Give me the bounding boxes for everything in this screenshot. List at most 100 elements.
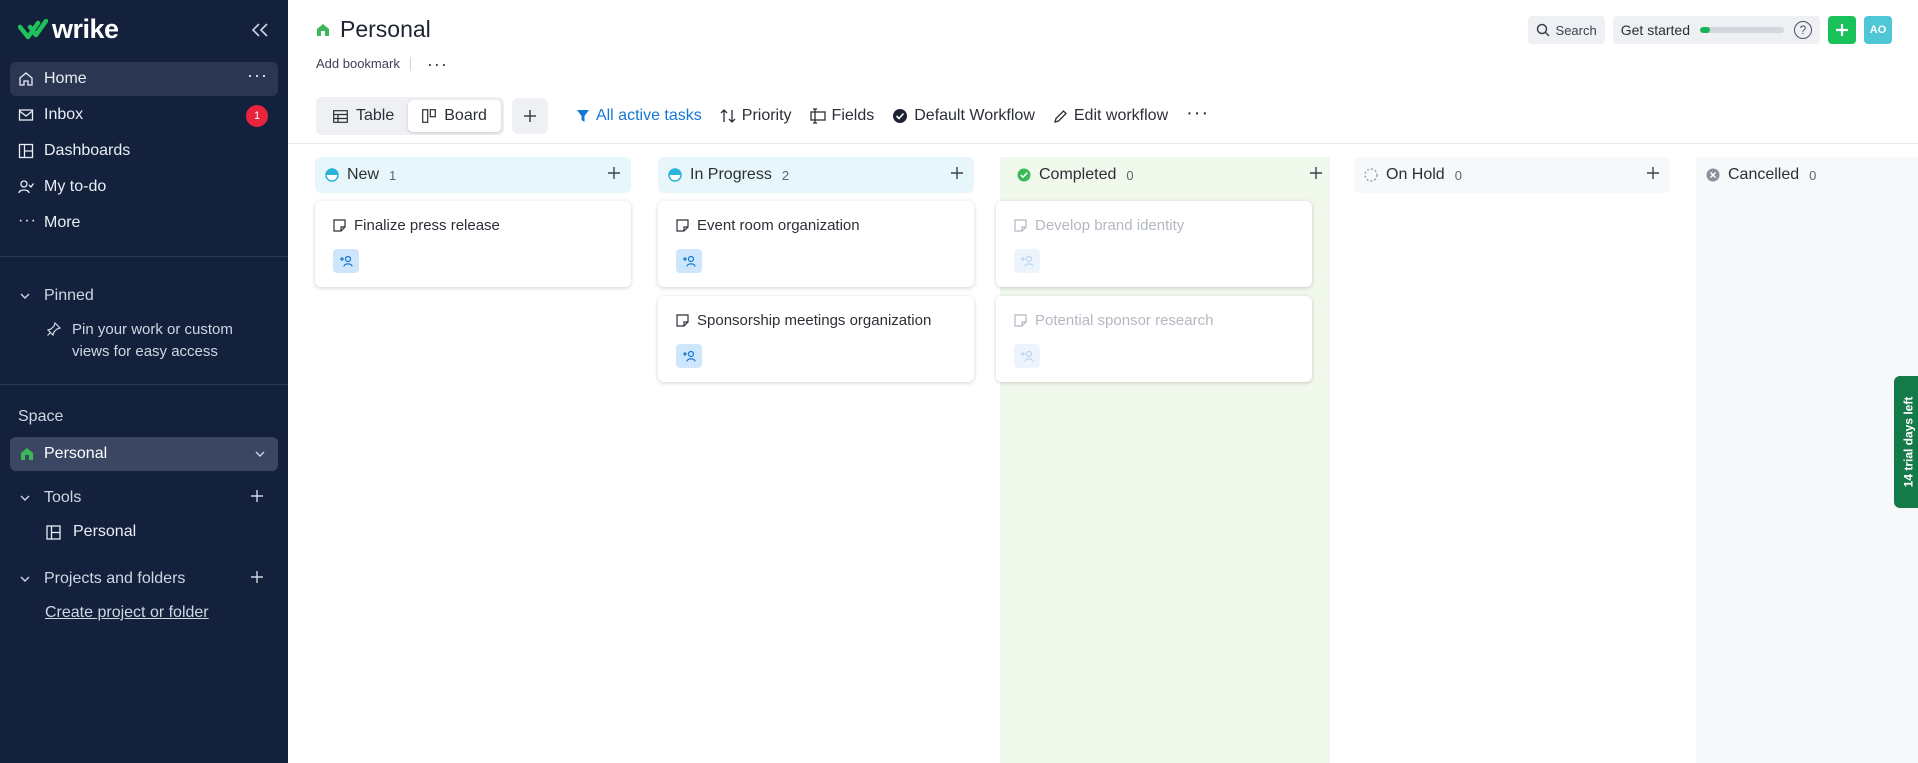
assign-user-button[interactable] (676, 344, 702, 368)
task-card[interactable]: Develop brand identity (996, 201, 1312, 287)
add-user-icon (1021, 255, 1034, 267)
task-title-row: Event room organization (676, 217, 974, 234)
column-header: Completed 0 (1007, 157, 1323, 193)
sidebar-item-my-todo[interactable]: My to-do (10, 170, 278, 204)
tab-table-view[interactable]: Table (319, 100, 408, 132)
task-icon (1014, 314, 1027, 327)
user-avatar[interactable]: AO (1864, 16, 1892, 44)
space-selected-label: Personal (44, 445, 108, 462)
add-user-icon (1021, 350, 1034, 362)
chevron-down-icon (20, 293, 30, 299)
status-half-circle-icon (325, 168, 339, 182)
assign-user-button[interactable] (1014, 344, 1040, 368)
board-tool-icon (46, 524, 61, 540)
task-card[interactable]: Finalize press release (315, 201, 631, 287)
task-title-row: Potential sponsor research (1014, 312, 1312, 329)
user-task-icon (18, 180, 34, 194)
task-title-row: Develop brand identity (1014, 217, 1312, 234)
top-right-controls: Search Get started ? AO (1527, 16, 1892, 44)
sort-icon (720, 109, 736, 123)
assign-user-button[interactable] (676, 249, 702, 273)
add-task-icon[interactable] (1309, 166, 1323, 180)
sidebar-item-more[interactable]: ··· More (10, 206, 278, 240)
fields-label: Fields (831, 107, 875, 124)
add-project-icon[interactable] (250, 570, 264, 584)
wrike-logo[interactable]: wrike (18, 14, 119, 45)
home-green-icon (21, 448, 33, 460)
sidebar-item-home[interactable]: Home ··· (10, 62, 278, 96)
more-options-icon[interactable]: ··· (247, 65, 268, 86)
fields-icon (809, 108, 826, 124)
add-task-icon[interactable] (950, 166, 964, 180)
add-tool-icon[interactable] (250, 489, 264, 503)
brand-name: wrike (52, 14, 119, 44)
priority-sort-button[interactable]: Priority (720, 107, 792, 125)
view-switcher: Table Board (316, 97, 504, 135)
search-label: Search (1555, 22, 1597, 38)
check-circle-green-icon (1017, 168, 1031, 182)
workflow-button[interactable]: Default Workflow (892, 107, 1035, 125)
search-button[interactable]: Search (1527, 16, 1605, 44)
get-started-button[interactable]: Get started ? (1612, 16, 1820, 44)
add-user-icon (683, 255, 696, 267)
create-project-link[interactable]: Create project or folder (45, 604, 209, 622)
assign-user-button[interactable] (333, 249, 359, 273)
pinned-section-toggle[interactable]: Pinned (18, 287, 270, 305)
trial-days-tab[interactable]: 14 trial days left (1894, 376, 1918, 508)
column-count: 0 (1809, 167, 1817, 183)
task-card[interactable]: Potential sponsor research (996, 296, 1312, 382)
projects-section-toggle[interactable]: Projects and folders (18, 570, 270, 588)
filter-icon (576, 110, 589, 122)
filter-button[interactable]: All active tasks (576, 107, 702, 125)
task-card[interactable]: Event room organization (658, 201, 974, 287)
plus-icon (1836, 24, 1848, 36)
tools-section-toggle[interactable]: Tools (18, 489, 270, 507)
inbox-icon (18, 109, 34, 121)
pencil-icon (1053, 109, 1067, 123)
sidebar: wrike Home ··· Inbox 1 Dashboards My to-… (0, 0, 288, 763)
task-icon (1014, 219, 1027, 232)
edit-workflow-label: Edit workflow (1073, 107, 1169, 124)
assign-user-button[interactable] (1014, 249, 1040, 273)
create-new-button[interactable] (1828, 16, 1856, 44)
add-view-button[interactable] (511, 98, 548, 134)
cancelled-column-background (1696, 157, 1918, 763)
toolbar-more-icon[interactable]: ··· (1186, 103, 1209, 123)
board-column-completed: Completed 0 Develop brand identity Poten… (996, 157, 1323, 382)
sidebar-item-dashboards[interactable]: Dashboards (10, 134, 278, 168)
fields-button[interactable]: Fields (809, 107, 875, 125)
table-icon (333, 109, 348, 123)
edit-workflow-button[interactable]: Edit workflow (1053, 107, 1168, 125)
tool-item-personal[interactable]: Personal (46, 523, 136, 541)
task-title: Event room organization (697, 217, 860, 234)
add-bookmark-button[interactable]: Add bookmark (316, 56, 400, 71)
page-more-icon[interactable]: ··· (427, 55, 448, 73)
chevron-down-icon (255, 451, 265, 457)
board-column-on-hold: On Hold 0 (1354, 157, 1670, 193)
cancel-circle-icon (1706, 168, 1720, 182)
sidebar-item-label: Dashboards (44, 142, 131, 159)
add-task-icon[interactable] (1646, 166, 1660, 180)
task-icon (676, 219, 689, 232)
sidebar-item-inbox[interactable]: Inbox 1 (10, 98, 278, 132)
task-card[interactable]: Sponsorship meetings organization (658, 296, 974, 382)
tab-label: Board (444, 107, 487, 124)
help-icon[interactable]: ? (1794, 21, 1812, 39)
pinned-hint: Pin your work or custom views for easy a… (46, 319, 246, 363)
add-task-icon[interactable] (607, 166, 621, 180)
filter-label: All active tasks (595, 107, 702, 124)
chevron-down-icon (20, 495, 30, 501)
header-divider (288, 143, 1918, 144)
page-title: Personal (340, 16, 431, 42)
app-root: wrike Home ··· Inbox 1 Dashboards My to-… (0, 0, 1918, 763)
tab-board-view[interactable]: Board (408, 100, 501, 132)
home-green-icon (317, 23, 329, 36)
task-title: Potential sponsor research (1035, 312, 1214, 329)
space-selector[interactable]: Personal (10, 437, 278, 471)
collapse-sidebar-button[interactable] (248, 18, 272, 42)
search-icon (1536, 23, 1550, 37)
status-dashed-circle-icon (1364, 168, 1378, 182)
inbox-count-badge: 1 (246, 105, 268, 127)
sidebar-divider (0, 384, 288, 385)
double-chevron-left-icon (251, 23, 268, 37)
